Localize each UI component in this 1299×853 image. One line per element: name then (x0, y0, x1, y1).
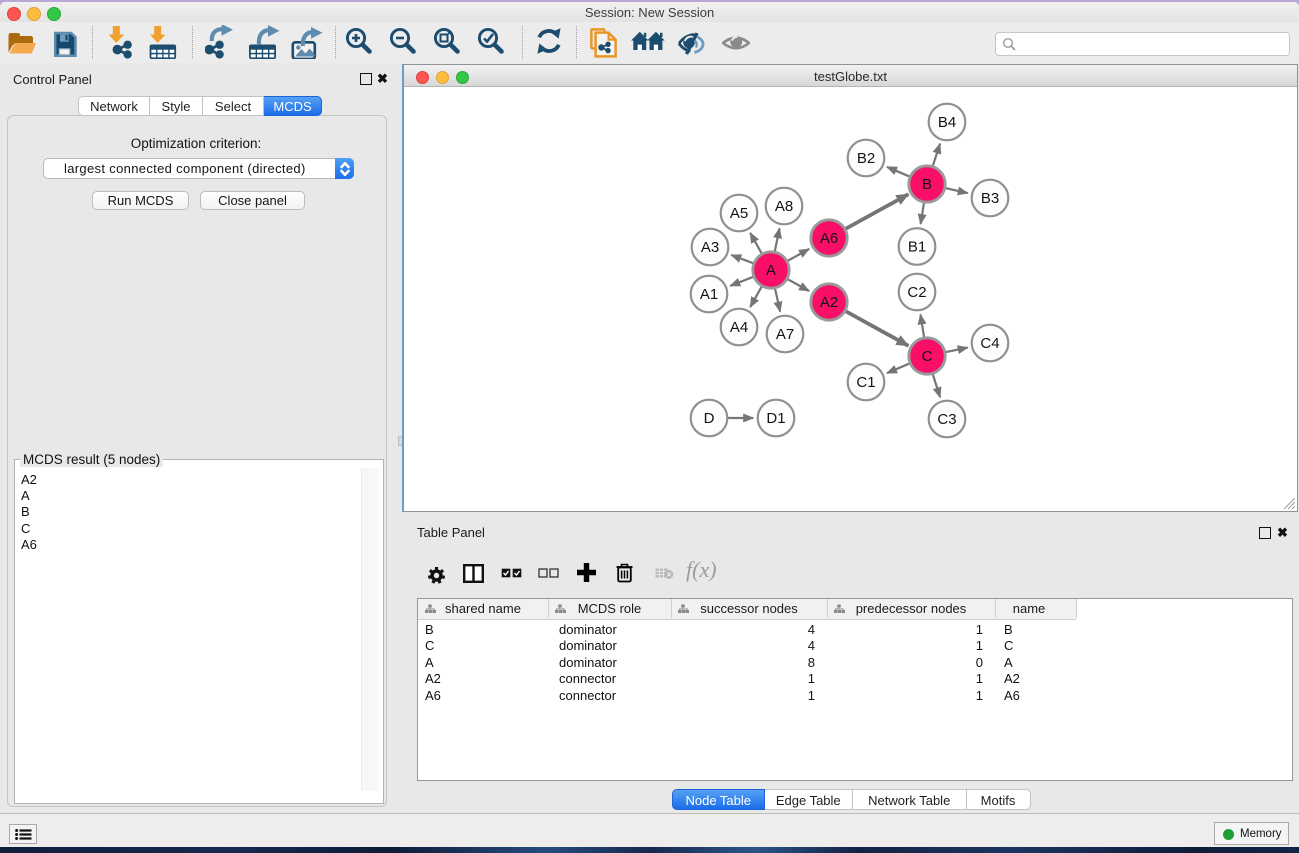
svg-text:D1: D1 (766, 410, 785, 427)
svg-text:A3: A3 (701, 239, 719, 256)
svg-text:A8: A8 (775, 198, 793, 215)
svg-text:B3: B3 (981, 190, 999, 207)
svg-text:C3: C3 (937, 411, 956, 428)
svg-text:A: A (766, 262, 776, 279)
svg-text:B1: B1 (908, 239, 926, 256)
svg-text:A7: A7 (776, 326, 794, 343)
svg-text:D: D (704, 410, 715, 427)
svg-text:A6: A6 (820, 230, 838, 247)
svg-text:C1: C1 (856, 374, 875, 391)
svg-text:A1: A1 (700, 286, 718, 303)
svg-text:B: B (922, 176, 932, 193)
svg-text:A2: A2 (820, 294, 838, 311)
svg-text:B2: B2 (857, 150, 875, 167)
svg-text:A5: A5 (730, 205, 748, 222)
svg-text:C4: C4 (980, 335, 999, 352)
svg-text:C2: C2 (907, 284, 926, 301)
svg-text:B4: B4 (938, 114, 956, 131)
svg-text:A4: A4 (730, 319, 748, 336)
svg-text:C: C (922, 348, 933, 365)
